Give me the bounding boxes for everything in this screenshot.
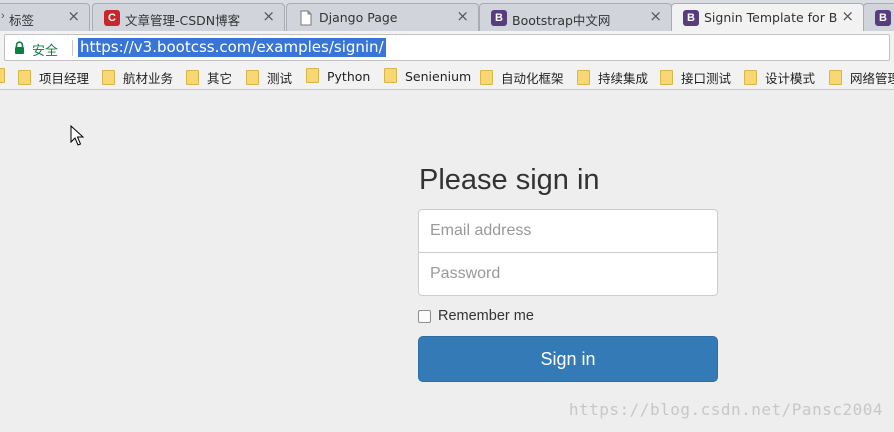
- folder-icon: [660, 70, 673, 85]
- folder-icon: [829, 70, 842, 85]
- tab-overflow[interactable]: B: [863, 3, 894, 31]
- tab-bootstrap-cn[interactable]: B Bootstrap中文网 ×: [479, 3, 672, 31]
- lock-icon: [14, 41, 25, 60]
- remember-me-label: Remember me: [438, 308, 534, 324]
- email-field[interactable]: [418, 209, 718, 253]
- tab-title: Signin Template for Bo: [704, 10, 837, 25]
- tab-django[interactable]: Django Page ×: [286, 3, 479, 31]
- folder-icon: [246, 70, 259, 85]
- browser-toolbar: 安全 https://v3.bootcss.com/examples/signi…: [0, 31, 894, 64]
- bookmark-label: 网络管理: [850, 71, 894, 86]
- tab-title: Bootstrap中文网: [512, 13, 611, 28]
- bookmark-item[interactable]: 其它: [186, 68, 232, 86]
- bookmark-label: 测试: [267, 71, 293, 86]
- address-bar[interactable]: 安全 https://v3.bootcss.com/examples/signi…: [4, 34, 890, 61]
- bookmarks-bar: 项目经理 航材业务 其它 测试 Python Senienium 自动化框架 持…: [0, 64, 894, 90]
- csdn-icon: C: [104, 10, 120, 26]
- watermark: https://blog.csdn.net/Pansc2004: [568, 400, 883, 419]
- signin-heading: Please sign in: [419, 164, 600, 196]
- tab-signin-template[interactable]: B Signin Template for Bo ×: [671, 3, 864, 31]
- page-content: Please sign in Remember me Sign in https…: [0, 90, 894, 432]
- mouse-cursor-icon: [70, 124, 85, 152]
- bookmark-item[interactable]: 持续集成: [577, 68, 648, 86]
- close-icon[interactable]: ×: [649, 7, 662, 25]
- bookmark-item[interactable]: 测试: [246, 68, 292, 86]
- bookmark-item[interactable]: 网络管理: [829, 68, 894, 86]
- page-icon: [298, 10, 314, 26]
- bookmark-item[interactable]: 航材业务: [102, 68, 173, 86]
- bookmark-label: Python: [327, 69, 371, 84]
- arrow-icon: ›: [1, 10, 5, 22]
- folder-icon: [18, 70, 31, 85]
- address-separator: [72, 40, 73, 56]
- tab-csdn[interactable]: C 文章管理-CSDN博客 ×: [92, 3, 285, 31]
- url-text[interactable]: https://v3.bootcss.com/examples/signin/: [78, 38, 386, 57]
- bookmark-label: 持续集成: [598, 71, 649, 86]
- folder-icon: [306, 68, 319, 83]
- tab-strip: › 标签 × C 文章管理-CSDN博客 × Django Page × B B…: [0, 0, 894, 32]
- folder-icon: [480, 70, 493, 85]
- bootstrap-icon: B: [683, 10, 699, 26]
- close-icon[interactable]: ×: [841, 7, 854, 25]
- bookmark-item[interactable]: 设计模式: [744, 68, 815, 86]
- bookmark-item[interactable]: 自动化框架: [480, 68, 564, 86]
- bookmark-label: 项目经理: [39, 71, 90, 86]
- folder-icon: [102, 70, 115, 85]
- password-field[interactable]: [418, 252, 718, 296]
- folder-icon: [744, 70, 757, 85]
- close-icon[interactable]: ×: [67, 7, 80, 25]
- bookmark-label: 自动化框架: [501, 71, 564, 86]
- bookmark-item[interactable]: 接口测试: [660, 68, 731, 86]
- bootstrap-icon: B: [491, 10, 507, 26]
- bookmark-label: 接口测试: [681, 71, 732, 86]
- tab-title: 文章管理-CSDN博客: [125, 13, 241, 28]
- bookmark-label: 设计模式: [765, 71, 816, 86]
- bookmark-label: 航材业务: [123, 71, 174, 86]
- bookmark-item[interactable]: Senienium: [384, 68, 471, 86]
- secure-label: 安全: [32, 44, 59, 59]
- folder-icon: [186, 70, 199, 85]
- tab-title: 标签: [9, 13, 35, 28]
- bookmark-item[interactable]: 项目经理: [18, 68, 89, 86]
- folder-icon: [577, 70, 590, 85]
- remember-me-checkbox[interactable]: [418, 310, 431, 323]
- folder-icon: [0, 68, 5, 83]
- bookmark-item[interactable]: Python: [306, 68, 370, 86]
- tab-bookmarks-label[interactable]: › 标签 ×: [0, 3, 90, 31]
- bootstrap-icon: B: [875, 10, 891, 26]
- close-icon[interactable]: ×: [456, 7, 469, 25]
- bookmark-partial[interactable]: [0, 68, 13, 86]
- bookmark-label: Senienium: [405, 69, 472, 84]
- folder-icon: [384, 68, 397, 83]
- signin-button[interactable]: Sign in: [418, 336, 718, 382]
- bookmark-label: 其它: [207, 71, 233, 86]
- tab-title: Django Page: [319, 10, 398, 25]
- close-icon[interactable]: ×: [262, 7, 275, 25]
